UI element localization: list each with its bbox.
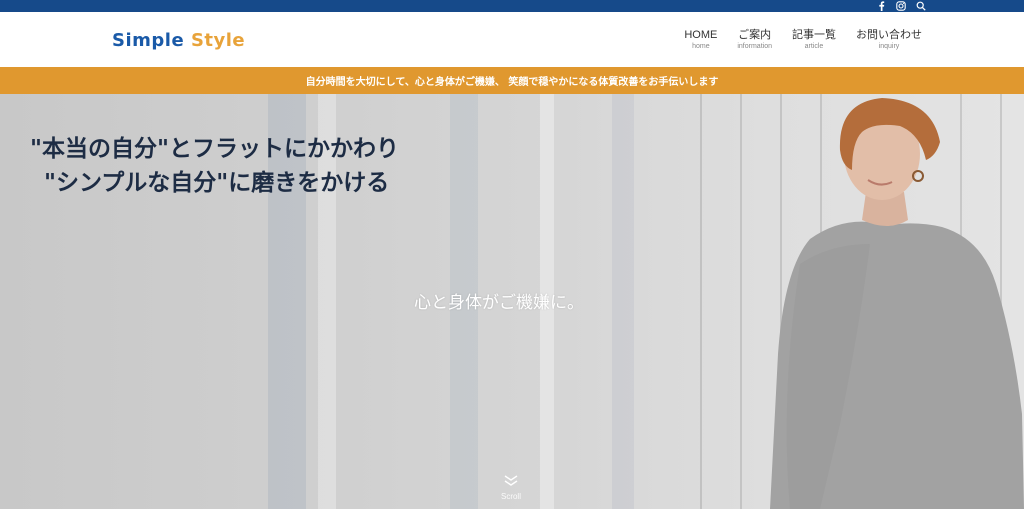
logo-part-simple: Simple	[112, 30, 185, 51]
nav-item-home[interactable]: HOME home	[684, 28, 717, 52]
nav-label: HOME	[684, 29, 718, 41]
site-header: Simple Style HOME home ご案内 information 記…	[0, 12, 1024, 67]
top-utility-bar	[0, 0, 1024, 12]
main-nav: HOME home ご案内 information 記事一覧 article お…	[684, 28, 922, 52]
nav-item-inquiry[interactable]: お問い合わせ inquiry	[856, 28, 922, 52]
nav-label: お問い合わせ	[856, 29, 922, 41]
site-logo[interactable]: Simple Style	[112, 30, 245, 51]
wall-plank-line	[700, 94, 702, 509]
logo-part-style: Style	[190, 30, 246, 51]
facebook-icon[interactable]	[876, 1, 886, 11]
nav-label: ご案内	[738, 29, 772, 41]
search-icon[interactable]	[916, 1, 926, 11]
tagline-bar: 自分時間を大切にして、心と身体がご機嫌、 笑顔で穏やかになる体質改善をお手伝いし…	[0, 67, 1024, 94]
nav-sublabel: inquiry	[878, 43, 900, 50]
double-chevron-down-icon	[504, 475, 518, 486]
headline-line-2: "シンプルな自分"に磨きをかける	[44, 170, 390, 196]
instagram-icon[interactable]	[896, 1, 906, 11]
tagline-text: 自分時間を大切にして、心と身体がご機嫌、 笑顔で穏やかになる体質改善をお手伝いし…	[305, 77, 719, 88]
headline-line-1: "本当の自分"とフラットにかかわり	[30, 136, 399, 162]
nav-item-information[interactable]: ご案内 information	[737, 28, 772, 52]
scroll-label: Scroll	[500, 492, 521, 501]
hero-bg-stripe	[612, 94, 634, 509]
hero-subcopy: 心と身体がご機嫌に。	[414, 293, 584, 313]
wall-plank-line	[740, 94, 742, 509]
nav-sublabel: article	[804, 43, 824, 50]
hero-section: "本当の自分"とフラットにかかわり "シンプルな自分"に磨きをかける 心と身体が…	[0, 94, 1024, 509]
social-icons	[876, 0, 926, 12]
nav-sublabel: information	[737, 43, 772, 50]
hero-headline: "本当の自分"とフラットにかかわり "シンプルな自分"に磨きをかける	[30, 132, 399, 200]
nav-item-article[interactable]: 記事一覧 article	[792, 28, 836, 52]
scroll-indicator[interactable]: Scroll	[496, 472, 526, 501]
nav-sublabel: home	[692, 43, 710, 50]
nav-label: 記事一覧	[792, 29, 836, 41]
hero-person-photo	[770, 98, 1024, 509]
